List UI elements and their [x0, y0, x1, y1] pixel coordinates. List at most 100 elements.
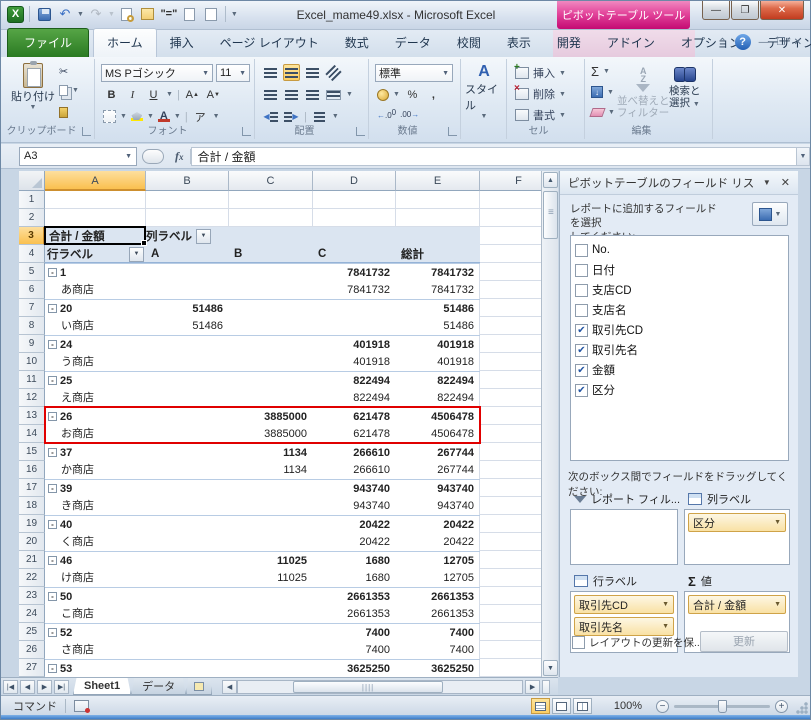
- row-header-1[interactable]: 1: [19, 191, 45, 209]
- formula-content[interactable]: 合計 / 金額: [191, 147, 797, 166]
- percent-button[interactable]: %: [404, 86, 421, 103]
- horizontal-scroll-thumb[interactable]: ||||: [293, 681, 443, 693]
- pivot-row-label[interactable]: -40: [45, 516, 146, 534]
- row-header-14[interactable]: 14: [19, 425, 45, 443]
- pivot-cell[interactable]: 11025: [229, 569, 313, 587]
- horizontal-scrollbar[interactable]: ||||: [237, 680, 523, 694]
- pivot-cell[interactable]: 621478: [313, 408, 396, 426]
- bold-button[interactable]: B: [103, 86, 120, 103]
- selected-cell-a3[interactable]: 合計 / 金額: [44, 226, 146, 245]
- pivot-row-label[interactable]: -20: [45, 300, 146, 318]
- pivot-cell[interactable]: 943740: [396, 497, 480, 515]
- field-pill-合計 / 金額[interactable]: 合計 / 金額▼: [688, 595, 786, 614]
- pivot-cell[interactable]: 7400: [396, 624, 480, 642]
- scroll-down-icon[interactable]: ▼: [543, 660, 558, 676]
- orientation-button[interactable]: [325, 64, 342, 81]
- tab-アドイン[interactable]: アドイン: [594, 29, 668, 57]
- pivot-row-label[interactable]: -50: [45, 588, 146, 606]
- field-item-金額[interactable]: ✔金額: [573, 360, 786, 380]
- prev-sheet-icon[interactable]: ◀: [20, 680, 35, 694]
- pivot-cell[interactable]: 12705: [396, 552, 480, 570]
- pivot-row-label[interactable]: -37: [45, 444, 146, 462]
- pivot-cell[interactable]: [146, 588, 229, 606]
- zoom-out-icon[interactable]: −: [656, 700, 669, 713]
- row-header-25[interactable]: 25: [19, 623, 45, 641]
- increase-decimal-button[interactable]: ←.00: [377, 108, 396, 120]
- row-header-13[interactable]: 13: [19, 407, 45, 425]
- pivot-row-label[interactable]: く商店: [45, 533, 146, 551]
- pivot-cell[interactable]: [146, 408, 229, 426]
- grow-font-button[interactable]: A▲: [184, 86, 201, 103]
- pivot-cell[interactable]: [146, 281, 229, 299]
- tab-ホーム[interactable]: ホーム: [93, 28, 157, 57]
- pivot-cell[interactable]: [313, 300, 396, 318]
- tab-挿入[interactable]: 挿入: [157, 29, 207, 57]
- column-header-D[interactable]: D: [313, 171, 396, 191]
- vertical-scrollbar[interactable]: ▲ ▼: [541, 171, 558, 677]
- collapse-icon[interactable]: -: [48, 664, 57, 673]
- pivot-cell[interactable]: [146, 624, 229, 642]
- tab-校閲[interactable]: 校閲: [444, 29, 494, 57]
- panel-close-icon[interactable]: ✕: [781, 176, 790, 189]
- row-header-16[interactable]: 16: [19, 461, 45, 479]
- pivot-cell[interactable]: [146, 372, 229, 390]
- checked-checkbox-icon[interactable]: ✔: [575, 384, 588, 397]
- format-painter-button[interactable]: [59, 107, 68, 118]
- align-top-button[interactable]: [262, 64, 279, 81]
- pivot-cell[interactable]: 7400: [396, 641, 480, 659]
- format-cells-button[interactable]: 書式▼: [515, 107, 566, 123]
- column-labels-box[interactable]: 区分▼: [684, 509, 790, 565]
- pivot-row-label[interactable]: -26: [45, 408, 146, 426]
- defer-layout-checkbox[interactable]: レイアウトの更新を保...: [570, 635, 703, 650]
- pivot-row-label[interactable]: こ商店: [45, 605, 146, 623]
- pivot-cell[interactable]: [146, 641, 229, 659]
- hscroll-right-icon[interactable]: ▶: [525, 680, 540, 694]
- autosum-button[interactable]: Σ▼: [591, 64, 610, 79]
- zoom-slider-thumb[interactable]: [718, 700, 727, 713]
- pill-dropdown-icon[interactable]: ▼: [662, 601, 669, 608]
- row-header-15[interactable]: 15: [19, 443, 45, 461]
- number-dialog-launcher[interactable]: [448, 127, 457, 136]
- save-button[interactable]: [35, 5, 53, 23]
- comma-button[interactable]: ,: [425, 86, 442, 103]
- help-icon[interactable]: ?: [735, 34, 751, 50]
- pivot-cell[interactable]: 4506478: [396, 425, 480, 443]
- pivot-cell[interactable]: [229, 588, 313, 606]
- pivot-cell[interactable]: 3885000: [229, 408, 313, 426]
- pivot-cell[interactable]: 401918: [396, 353, 480, 371]
- doc-restore-icon[interactable]: ❐: [777, 37, 786, 48]
- pivot-cell[interactable]: 7400: [313, 641, 396, 659]
- vertical-scroll-thumb[interactable]: [543, 191, 558, 239]
- pivot-cell[interactable]: 51486: [146, 317, 229, 335]
- font-color-dropdown[interactable]: ▼: [174, 113, 181, 120]
- column-header-B[interactable]: B: [146, 171, 229, 191]
- fill-color-dropdown[interactable]: ▼: [147, 113, 154, 120]
- pivot-cell[interactable]: 943740: [313, 480, 396, 498]
- field-pill-取引先名[interactable]: 取引先名▼: [574, 617, 674, 636]
- pivot-cell[interactable]: [313, 317, 396, 335]
- pivot-cell[interactable]: 11025: [229, 552, 313, 570]
- pivot-cell[interactable]: [229, 300, 313, 318]
- pivot-cell[interactable]: 266610: [313, 461, 396, 479]
- pivot-cell[interactable]: 1134: [229, 444, 313, 462]
- table-tool-button[interactable]: [139, 5, 157, 23]
- insert-worksheet-tab[interactable]: [186, 678, 212, 695]
- field-pill-区分[interactable]: 区分▼: [688, 513, 786, 532]
- row-header-11[interactable]: 11: [19, 371, 45, 389]
- pivot-cell[interactable]: 2661353: [313, 605, 396, 623]
- redo-button[interactable]: ↷: [87, 5, 105, 23]
- collapse-icon[interactable]: -: [48, 520, 57, 529]
- pivot-cell[interactable]: 2661353: [313, 588, 396, 606]
- pivot-cell[interactable]: 51486: [396, 300, 480, 318]
- sheet-tab-Sheet1[interactable]: Sheet1: [73, 678, 131, 695]
- field-item-区分[interactable]: ✔区分: [573, 380, 786, 400]
- fill-color-button[interactable]: [131, 112, 143, 121]
- row-header-12[interactable]: 12: [19, 389, 45, 407]
- select-all-corner[interactable]: [19, 171, 45, 191]
- excel-logo-icon[interactable]: X: [7, 6, 24, 23]
- row-header-24[interactable]: 24: [19, 605, 45, 623]
- pivot-cell[interactable]: 7841732: [396, 264, 480, 282]
- row-header-17[interactable]: 17: [19, 479, 45, 497]
- pivot-cell[interactable]: 266610: [313, 444, 396, 462]
- row-header-19[interactable]: 19: [19, 515, 45, 533]
